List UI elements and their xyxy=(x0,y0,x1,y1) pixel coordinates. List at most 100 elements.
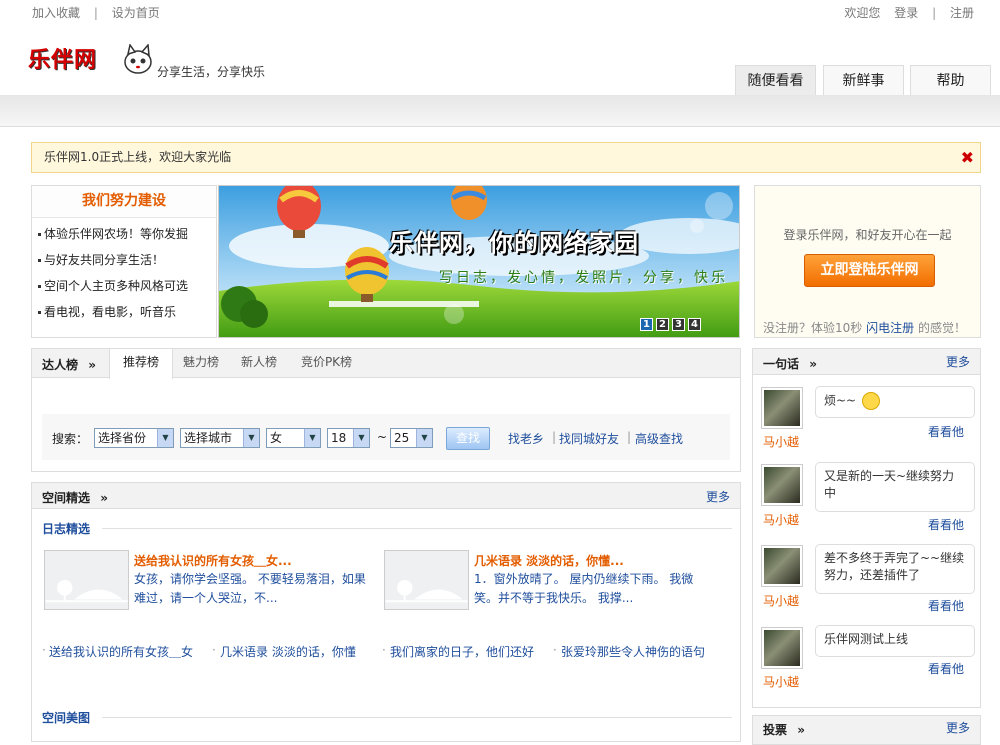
post-link[interactable]: 几米语录 淡淡的话，你懂 xyxy=(220,643,356,660)
tab-news[interactable]: 新鲜事 xyxy=(823,65,904,95)
separator: | xyxy=(932,6,937,20)
set-homepage-link[interactable]: 设为首页 xyxy=(112,6,160,20)
tab-pk[interactable]: 竞价PK榜 xyxy=(289,349,364,378)
chevron-down-icon: ▼ xyxy=(243,429,259,447)
gender-select[interactable]: 女 ▼ xyxy=(266,428,321,448)
space-title: 空间精选 » xyxy=(42,491,108,505)
top-links: 加入收藏 | 设为首页 xyxy=(32,4,170,21)
tab-help[interactable]: 帮助 xyxy=(910,65,991,95)
build-title: 我们努力建设 xyxy=(32,186,216,218)
view-him-link[interactable]: 看看他 xyxy=(928,597,964,614)
photo-section-title[interactable]: 空间美图 xyxy=(42,709,90,726)
add-favorite-link[interactable]: 加入收藏 xyxy=(32,6,80,20)
banner[interactable]: 乐伴网，你的网络家园 写日志，发心情，发照片，分享，快乐 1234 xyxy=(218,185,740,338)
notice-bar: 乐伴网1.0正式上线，欢迎大家光临 ✖ xyxy=(31,142,981,173)
age-to-select[interactable]: 25 ▼ xyxy=(390,428,433,448)
post-thumbnail[interactable] xyxy=(44,550,129,610)
user-name[interactable]: 马小越 xyxy=(763,433,799,450)
register-prompt: 没注册？体验10秒 闪电注册 的感觉！ xyxy=(763,319,966,336)
list-item[interactable]: 空间个人主页多种风格可选 xyxy=(36,273,216,299)
login-button[interactable]: 立即登陆乐伴网 xyxy=(804,254,935,287)
list-item[interactable]: 看电视，看电影，听音乐 xyxy=(36,299,216,325)
avatar[interactable] xyxy=(761,545,803,587)
user-name[interactable]: 马小越 xyxy=(763,511,799,528)
tab-newcomer[interactable]: 新人榜 xyxy=(231,349,287,378)
nav-bar xyxy=(0,95,1000,127)
tab-browse[interactable]: 随便看看 xyxy=(735,65,816,95)
status-title: 一句话 » xyxy=(763,357,817,371)
user-links: 欢迎您 登录 | 注册 xyxy=(834,4,974,21)
space-panel: 空间精选 » 更多 日志精选 送给我认识的所有女孩＿女... 女孩，请你学会坚强… xyxy=(31,482,741,742)
build-list: 体验乐伴网农场！等你发掘 与好友共同分享生活！ 空间个人主页多种风格可选 看电视… xyxy=(32,218,216,325)
register-prefix: 没注册？体验10秒 xyxy=(763,321,863,335)
view-him-link[interactable]: 看看他 xyxy=(928,516,964,533)
rank-header: 达人榜 » 推荐榜 魅力榜 新人榜 竞价PK榜 xyxy=(32,349,740,379)
find-local-friends-link[interactable]: 找同城好友 xyxy=(559,430,619,447)
vote-title: 投票 » xyxy=(763,723,805,737)
status-bubble: 差不多终于弄完了~~继续努力，还差插件了 xyxy=(815,544,975,594)
login-panel: 登录乐伴网，和好友开心在一起 立即登陆乐伴网 没注册？体验10秒 闪电注册 的感… xyxy=(754,185,981,338)
post-excerpt: 女孩，请你学会坚强。 不要轻易落泪，如果难过，请一个人哭泣，不... xyxy=(134,572,366,605)
space-header: 空间精选 » 更多 xyxy=(32,483,740,509)
status-text: 烦~~ xyxy=(824,393,857,408)
view-him-link[interactable]: 看看他 xyxy=(928,423,964,440)
status-header: 一句话 » 更多 xyxy=(753,349,980,375)
divider xyxy=(102,717,732,718)
cat-mascot-icon xyxy=(120,43,156,76)
banner-subtitle: 写日志，发心情，发照片，分享，快乐 xyxy=(439,270,728,286)
search-row: 搜索： 选择省份 ▼ 选择城市 ▼ 女 ▼ 18 ▼ ~ 25 ▼ 查找 找老乡 | 找同… xyxy=(42,414,730,460)
tab-charm[interactable]: 魅力榜 xyxy=(173,349,229,378)
avatar[interactable] xyxy=(761,464,803,506)
post-thumbnail[interactable] xyxy=(384,550,469,610)
site-slogan: 分享生活，分享快乐 xyxy=(157,65,266,79)
search-label: 搜索： xyxy=(52,432,89,446)
site-logo[interactable]: 乐伴网 xyxy=(28,42,97,74)
space-more-link[interactable]: 更多 xyxy=(706,488,730,505)
banner-page-1[interactable]: 1 xyxy=(640,318,653,331)
list-item[interactable]: 体验乐伴网农场！等你发掘 xyxy=(36,221,216,247)
separator: | xyxy=(93,6,98,20)
banner-page-3[interactable]: 3 xyxy=(672,318,685,331)
post-excerpt: 1．窗外放晴了。 屋内仍继续下雨。 我微笑。并不等于我快乐。 我撑... xyxy=(474,572,694,605)
search-button[interactable]: 查找 xyxy=(446,427,490,450)
chevron-down-icon: ▼ xyxy=(304,429,320,447)
banner-pager: 1234 xyxy=(637,316,701,331)
quick-register-link[interactable]: 闪电注册 xyxy=(866,321,914,335)
rank-panel: 达人榜 » 推荐榜 魅力榜 新人榜 竞价PK榜 搜索： 选择省份 ▼ 选择城市 ▼ … xyxy=(31,348,741,472)
status-panel: 一句话 » 更多 马小越 烦~~ 看看他 马小越 又是新的一天~继续努力中 看看… xyxy=(752,348,981,708)
post-title[interactable]: 送给我认识的所有女孩＿女... xyxy=(134,552,292,569)
blog-section-title[interactable]: 日志精选 xyxy=(42,520,90,537)
advanced-search-link[interactable]: 高级查找 xyxy=(635,430,683,447)
post-link[interactable]: 送给我认识的所有女孩＿女 xyxy=(49,643,193,660)
age-from-select[interactable]: 18 ▼ xyxy=(327,428,370,448)
user-name[interactable]: 马小越 xyxy=(763,592,799,609)
view-him-link[interactable]: 看看他 xyxy=(928,660,964,677)
login-link[interactable]: 登录 xyxy=(894,6,918,20)
chevron-down-icon: ▼ xyxy=(353,429,369,447)
register-link[interactable]: 注册 xyxy=(950,6,974,20)
separator: | xyxy=(552,430,557,444)
province-select[interactable]: 选择省份 ▼ xyxy=(94,428,174,448)
avatar[interactable] xyxy=(761,627,803,669)
divider xyxy=(102,528,732,529)
status-more-link[interactable]: 更多 xyxy=(946,353,970,370)
list-item[interactable]: 与好友共同分享生活！ xyxy=(36,247,216,273)
close-icon[interactable]: ✖ xyxy=(961,143,974,172)
build-panel: 我们努力建设 体验乐伴网农场！等你发掘 与好友共同分享生活！ 空间个人主页多种风… xyxy=(31,185,217,338)
notice-text: 乐伴网1.0正式上线，欢迎大家光临 xyxy=(44,150,232,164)
tab-recommended[interactable]: 推荐榜 xyxy=(109,349,173,379)
avatar[interactable] xyxy=(761,387,803,429)
banner-page-4[interactable]: 4 xyxy=(688,318,701,331)
chevron-down-icon: ▼ xyxy=(416,429,432,447)
post-title[interactable]: 几米语录 淡淡的话，你懂... xyxy=(474,552,624,569)
user-name[interactable]: 马小越 xyxy=(763,673,799,690)
status-bubble: 烦~~ xyxy=(815,386,975,418)
banner-title: 乐伴网，你的网络家园 xyxy=(389,228,639,257)
post-link[interactable]: 张爱玲那些令人神伤的语句 xyxy=(561,643,705,660)
city-select[interactable]: 选择城市 ▼ xyxy=(180,428,260,448)
banner-page-2[interactable]: 2 xyxy=(656,318,669,331)
age-range-separator: ~ xyxy=(377,430,388,444)
find-hometown-link[interactable]: 找老乡 xyxy=(508,430,544,447)
vote-more-link[interactable]: 更多 xyxy=(946,719,970,736)
post-link[interactable]: 我们离家的日子，他们还好 xyxy=(390,643,534,660)
